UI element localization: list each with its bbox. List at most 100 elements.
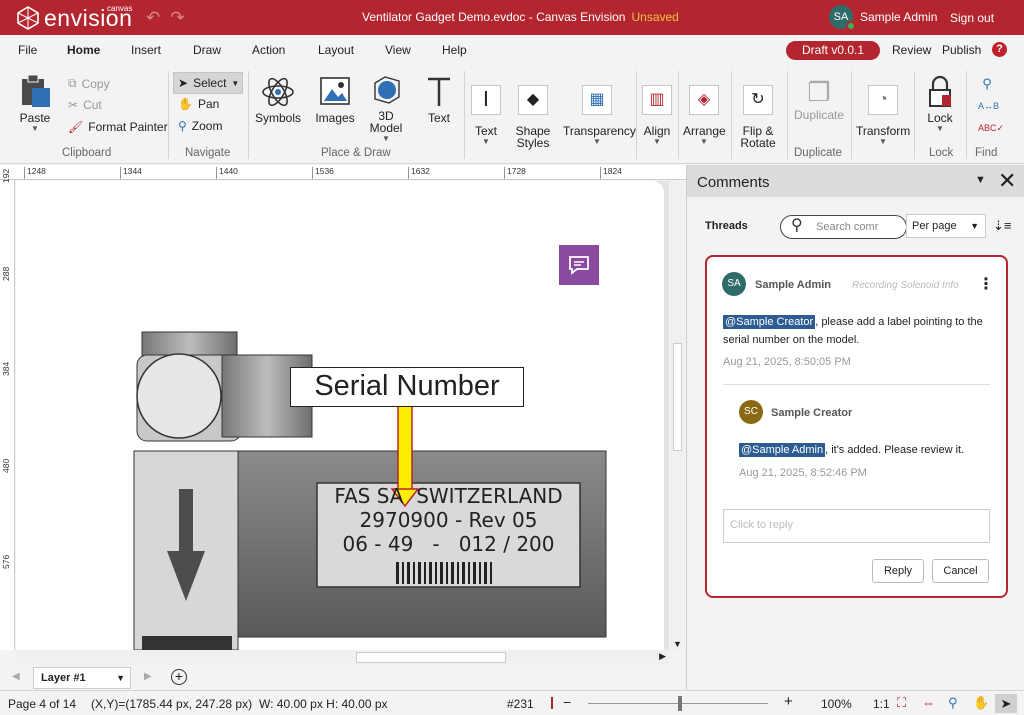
tab-view[interactable]: View <box>385 43 411 57</box>
atom-icon <box>262 77 294 107</box>
shape-styles-button[interactable]: ◆ Shape Styles <box>512 85 554 149</box>
copy-button[interactable]: ⧉ Copy <box>68 76 110 91</box>
mention-tag[interactable]: @Sample Admin <box>739 443 826 457</box>
more-options-icon[interactable]: ⋮ <box>978 274 994 294</box>
comment-search-input[interactable]: ⚲ Search comr <box>780 215 907 239</box>
reply-input[interactable]: Click to reply <box>723 509 990 543</box>
close-icon[interactable]: ✕ <box>998 168 1016 194</box>
mention-tag[interactable]: @Sample Creator <box>723 315 816 329</box>
zoom-icon[interactable]: ⚲ <box>948 695 958 711</box>
horizontal-scrollbar[interactable]: ▶ <box>16 650 670 665</box>
user-name[interactable]: Sample Admin <box>860 10 937 24</box>
separator <box>636 71 637 159</box>
comment-timestamp: Aug 21, 2025, 8:50:05 PM <box>723 356 851 368</box>
user-avatar[interactable]: SA <box>829 5 856 31</box>
replace-icon[interactable]: A↔B <box>978 95 999 117</box>
transparency-button[interactable]: ▦ Transparency ▼ <box>563 85 636 146</box>
pan-tool[interactable]: ✋ Pan <box>178 97 219 111</box>
fit-width-icon[interactable]: ⇔ <box>922 695 935 710</box>
navigate-group-label: Navigate <box>185 147 231 159</box>
format-painter-button[interactable]: 🖌 Format Painter <box>68 120 168 134</box>
actual-size-button[interactable]: 1:1 <box>873 697 890 711</box>
cut-button[interactable]: ✂ Cut <box>68 98 102 112</box>
unsaved-indicator: Unsaved <box>631 10 679 24</box>
pan-label: Pan <box>197 97 220 111</box>
scroll-right-icon[interactable]: ▶ <box>659 651 666 662</box>
reply-text: , it's added. Please review it. <box>825 444 965 456</box>
comment-icon <box>569 256 589 275</box>
text-style-label: Text <box>474 124 497 138</box>
scrollbar-thumb[interactable] <box>673 343 682 451</box>
comment-thread[interactable]: SA Sample Admin Recording Solenoid Info … <box>705 255 1008 598</box>
zoom-slider[interactable] <box>588 696 768 711</box>
scrollbar-thumb[interactable] <box>356 652 506 663</box>
zoom-slider-thumb[interactable] <box>677 696 682 711</box>
add-layer-icon[interactable]: + <box>171 669 187 685</box>
zoom-tool[interactable]: ⚲ Zoom <box>178 119 222 133</box>
scroll-down-icon[interactable]: ▼ <box>673 639 682 649</box>
zoom-out-icon[interactable]: − <box>563 694 571 710</box>
text-style-button[interactable]: Ⅰ Text ▼ <box>469 85 503 146</box>
flip-rotate-button[interactable]: ↻ Flip & Rotate <box>735 85 781 149</box>
cancel-button[interactable]: Cancel <box>932 559 989 583</box>
duplicate-button[interactable]: ❐ Duplicate <box>792 75 846 121</box>
comment-marker[interactable] <box>559 245 599 285</box>
search-icon: ⚲ <box>791 217 803 234</box>
transform-button[interactable]: ◔ Transform ▼ <box>856 85 910 146</box>
tab-action[interactable]: Action <box>252 43 285 57</box>
chevron-down-icon: ▼ <box>482 137 490 146</box>
images-button[interactable]: Images <box>314 75 356 124</box>
ruler-tick: 576 <box>1 554 11 569</box>
image-icon <box>320 77 350 105</box>
tab-layout[interactable]: Layout <box>318 43 354 57</box>
select-pointer-icon[interactable]: ➤ <box>995 694 1017 713</box>
spellcheck-icon[interactable]: ABC✓ <box>978 117 1004 139</box>
text-tool-button[interactable]: Text <box>420 75 458 124</box>
page-indicator[interactable]: Page 4 of 14 <box>8 697 76 711</box>
sort-icon[interactable]: ⇣≡ <box>993 218 1011 234</box>
model-3d-button[interactable]: 3D Model ▼ <box>366 73 406 143</box>
tab-insert[interactable]: Insert <box>131 43 161 57</box>
user-menu[interactable]: SA Sample Admin <box>829 5 937 31</box>
redo-icon[interactable]: ↷ <box>170 8 184 28</box>
next-layer-icon[interactable]: ▶ <box>144 671 152 682</box>
signout-link[interactable]: Sign out <box>950 11 994 25</box>
prev-layer-icon[interactable]: ◀ <box>12 671 20 682</box>
reply-button[interactable]: Reply <box>872 559 924 583</box>
text-tool-label: Text <box>427 111 450 125</box>
chevron-down-icon: ▼ <box>593 137 601 146</box>
serial-callout-box[interactable]: Serial Number <box>290 367 524 407</box>
comment-author: Sample Admin <box>755 279 831 291</box>
undo-icon[interactable]: ↶ <box>146 8 160 28</box>
transform-icon: ◔ <box>868 85 898 115</box>
align-button[interactable]: ▥ Align ▼ <box>640 85 674 146</box>
tab-draw[interactable]: Draw <box>193 43 221 57</box>
cut-icon: ✂ <box>68 98 79 112</box>
zoom-level[interactable]: 100% <box>821 697 852 711</box>
zoom-in-icon[interactable]: + <box>784 693 793 710</box>
collapse-icon[interactable]: ▼ <box>975 174 986 186</box>
tab-file[interactable]: File <box>18 43 37 57</box>
publish-button[interactable]: Publish <box>942 43 981 57</box>
symbols-button[interactable]: Symbols <box>255 75 301 124</box>
fit-page-icon[interactable]: ⛶ <box>897 695 906 711</box>
select-tool[interactable]: ➤ Select ▼ <box>173 72 243 94</box>
help-icon[interactable]: ? <box>992 42 1007 57</box>
pan-hand-icon[interactable]: ✋ <box>973 695 989 711</box>
arrange-button[interactable]: ◈ Arrange ▼ <box>683 85 726 146</box>
brand: envision canvas <box>16 4 132 32</box>
find-group-label: Find <box>975 147 998 159</box>
threads-label: Threads <box>705 220 748 232</box>
layer-bar: ◀ Layer #1 ▼ ▶ + <box>0 666 686 690</box>
search-icon[interactable]: ⚲ <box>978 73 996 95</box>
vertical-scrollbar[interactable]: ▼ <box>670 181 685 650</box>
lock-button[interactable]: Lock ▼ <box>920 75 960 133</box>
tab-home[interactable]: Home <box>67 43 100 57</box>
draft-version-button[interactable]: Draft v0.0.1 <box>786 41 880 60</box>
layer-dropdown[interactable]: Layer #1 ▼ <box>33 667 131 689</box>
per-page-select[interactable]: Per page ▼ <box>906 214 986 238</box>
paste-button[interactable]: Paste ▼ <box>14 73 56 133</box>
tab-help[interactable]: Help <box>442 43 467 57</box>
review-button[interactable]: Review <box>892 43 931 57</box>
comment-context: Recording Solenoid Info <box>852 280 959 291</box>
